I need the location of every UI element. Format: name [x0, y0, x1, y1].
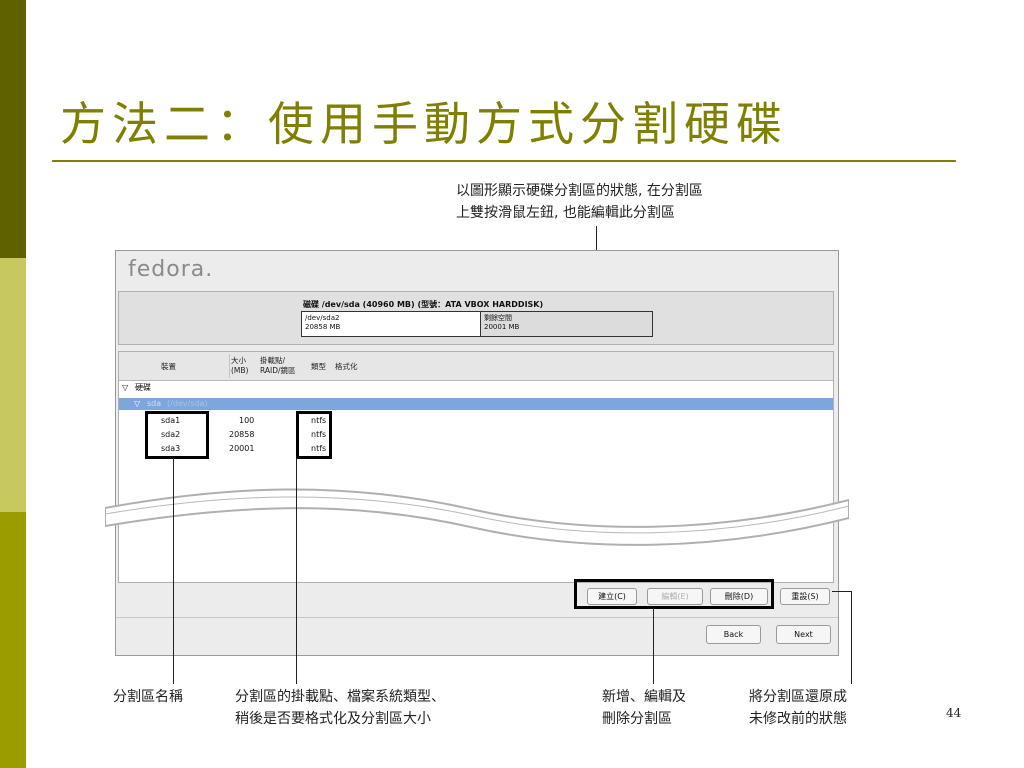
installer-screenshot: fedora. 磁碟 /dev/sda (40960 MB) (型號：ATA V… [115, 250, 839, 656]
slide-title: 方法二：使用手動方式分割硬碟 [60, 97, 788, 151]
expander-down-icon[interactable]: ▽ [122, 382, 128, 394]
page-number: 44 [946, 706, 962, 720]
callout-mount-line2: 稍後是否要格式化及分割區大小 [235, 711, 431, 727]
tree-label-sda: sda [147, 399, 162, 408]
callout-graphic-line2: 上雙按滑鼠左鈕, 也能編輯此分割區 [456, 205, 675, 221]
callout-reset-line2: 未修改前的狀態 [749, 711, 847, 727]
table-row[interactable]: sda3 20001 ntfs [119, 443, 833, 455]
callout-reset-leader-horizontal [832, 591, 852, 592]
callout-add-line1: 新增、編輯及 [602, 689, 686, 705]
sidebar-accent-middle [0, 258, 26, 512]
callout-partition-names: 分割區名稱 [113, 686, 183, 708]
callout-reset-leader-vertical [851, 591, 852, 684]
disk-segment-free-space[interactable]: 剩餘空間 20001 MB [481, 312, 652, 336]
column-device[interactable]: 裝置 [161, 362, 176, 372]
column-type[interactable]: 類型 [311, 362, 326, 372]
table-row[interactable]: sda1 100 ntfs [119, 415, 833, 427]
fedora-logo: fedora. [128, 257, 214, 282]
callout-mount-leader [296, 458, 297, 684]
sidebar-accent-top [0, 0, 26, 258]
back-button[interactable]: Back [706, 625, 761, 644]
disk-graphic-panel: 磁碟 /dev/sda (40960 MB) (型號：ATA VBOX HARD… [118, 291, 834, 345]
wave-break-graphic [105, 488, 849, 546]
segment-free-size: 20001 MB [484, 323, 520, 331]
column-size-line2: (MB) [231, 366, 249, 375]
disk-segment-sda2[interactable]: /dev/sda2 20858 MB [302, 312, 481, 336]
partition-size: 20001 [229, 444, 255, 453]
highlight-partition-names [145, 411, 209, 459]
next-button[interactable]: Next [776, 625, 831, 644]
disk-partition-bar: /dev/sda2 20858 MB 剩餘空間 20001 MB [301, 311, 653, 337]
tree-label-harddisks: 硬碟 [135, 383, 151, 392]
callout-add-leader [653, 608, 654, 684]
callout-reset-line1: 將分割區還原成 [749, 689, 847, 705]
partition-table-header: 裝置 大小 (MB) 掛載點/ RAID/鏡區 類型 格式化 [119, 352, 833, 381]
column-size[interactable]: 大小 (MB) [231, 356, 248, 376]
expander-down-icon[interactable]: ▽ [134, 398, 140, 410]
column-mount-line1: 掛載點/ [260, 356, 286, 365]
highlight-create-edit-delete [574, 579, 774, 609]
title-divider [52, 160, 956, 162]
column-format[interactable]: 格式化 [335, 362, 358, 372]
tree-row-harddisks[interactable]: ▽ 硬碟 [119, 382, 833, 394]
callout-add-edit-delete: 新增、編輯及 刪除分割區 [602, 686, 686, 730]
tree-row-sda[interactable]: ▽ sda (/dev/sda) [119, 398, 833, 410]
callout-names-text: 分割區名稱 [113, 689, 183, 705]
table-row[interactable]: sda2 20858 ntfs [119, 429, 833, 441]
segment-sda2-name: /dev/sda2 [305, 314, 340, 322]
callout-graphic-top: 以圖形顯示硬碟分割區的狀態, 在分割區 上雙按滑鼠左鈕, 也能編輯此分割區 [456, 180, 703, 224]
partition-size: 100 [239, 416, 255, 425]
callout-add-line2: 刪除分割區 [602, 711, 672, 727]
sidebar-accent-bottom [0, 512, 26, 768]
tree-label-sda-path: (/dev/sda) [167, 399, 208, 408]
segment-sda2-size: 20858 MB [305, 323, 341, 331]
callout-partition-details: 分割區的掛載點、檔案系統類型、 稍後是否要格式化及分割區大小 [235, 686, 445, 730]
callout-mount-line1: 分割區的掛載點、檔案系統類型、 [235, 689, 445, 705]
reset-button[interactable]: 重設(S) [780, 588, 830, 605]
button-separator [116, 617, 838, 618]
callout-names-leader [173, 458, 174, 684]
highlight-partition-details [296, 411, 332, 459]
partition-size: 20858 [229, 430, 255, 439]
disk-header: 磁碟 /dev/sda (40960 MB) (型號：ATA VBOX HARD… [303, 300, 544, 309]
callout-reset: 將分割區還原成 未修改前的狀態 [749, 686, 847, 730]
callout-graphic-line1: 以圖形顯示硬碟分割區的狀態, 在分割區 [456, 183, 703, 199]
column-mount-line2: RAID/鏡區 [260, 366, 296, 375]
column-mount[interactable]: 掛載點/ RAID/鏡區 [260, 356, 296, 376]
column-size-line1: 大小 [231, 356, 246, 365]
segment-free-name: 剩餘空間 [484, 314, 512, 322]
column-separator [229, 354, 230, 378]
partition-table: 裝置 大小 (MB) 掛載點/ RAID/鏡區 類型 格式化 ▽ 硬碟 ▽ sd… [118, 351, 834, 583]
